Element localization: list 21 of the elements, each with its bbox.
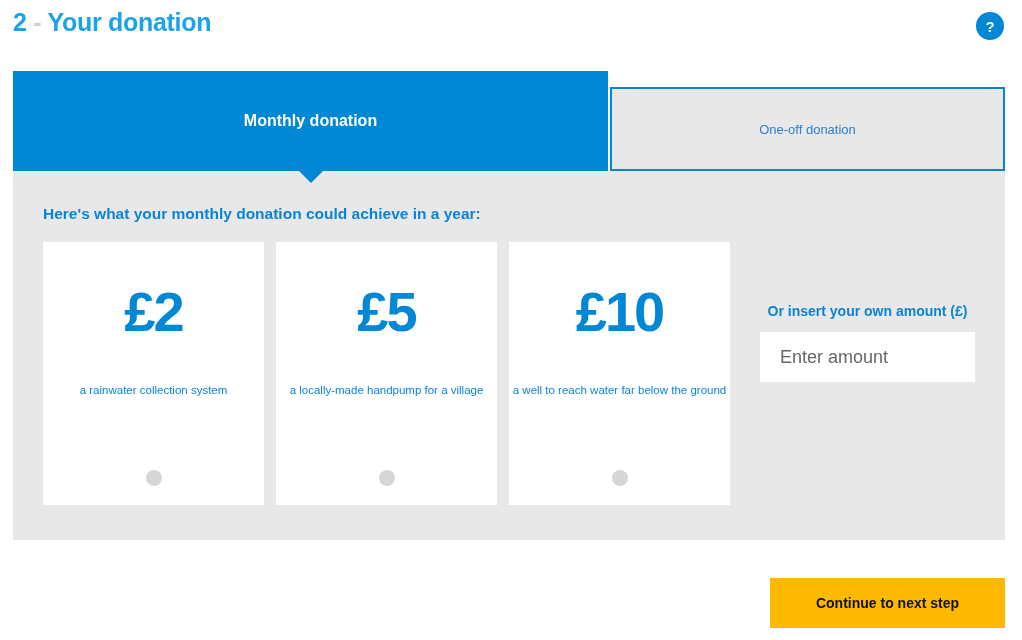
radio-button[interactable] (611, 470, 628, 486)
page-heading: 2 - Your donation (13, 8, 212, 37)
amount-text: £5 (357, 282, 416, 342)
tab-pointer-icon (298, 171, 323, 183)
radio-button[interactable] (145, 470, 162, 486)
amount-input-field[interactable]: Enter amount (760, 332, 975, 382)
amount-text: £10 (575, 282, 664, 342)
donation-option-card[interactable]: £2 a rainwater collection system (43, 242, 264, 505)
donation-option-card[interactable]: £5 a locally-made handpump for a village (276, 242, 497, 505)
continue-button[interactable]: Continue to next step (770, 578, 1005, 628)
help-button[interactable]: ? (976, 12, 1004, 40)
intro-text: Here's what your monthly donation could achieve in a year: (43, 204, 481, 224)
amount-text: £2 (124, 282, 183, 342)
custom-amount-label: Or insert your own amount (£) (767, 304, 968, 318)
option-description: a locally-made handpump for a village (289, 384, 484, 396)
radio-button[interactable] (378, 470, 395, 486)
option-description: a well to reach water far below the ground (512, 384, 727, 396)
donation-option-card[interactable]: £10 a well to reach water far below the ground (509, 242, 730, 505)
tab[interactable]: One-off donation (610, 87, 1005, 171)
tab[interactable]: Monthly donation (13, 71, 608, 171)
option-description: a rainwater collection system (79, 384, 228, 396)
